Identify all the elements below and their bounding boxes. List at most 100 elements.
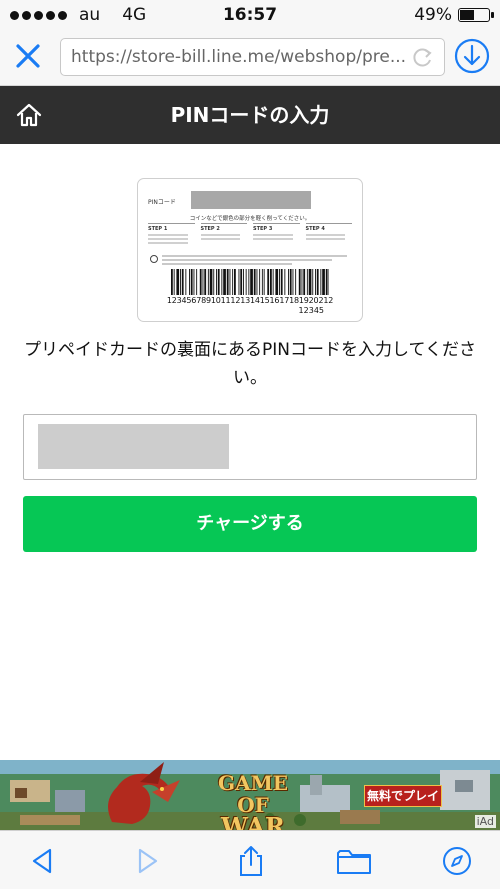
forward-button[interactable]: [130, 845, 164, 877]
barcode-bar: [263, 269, 265, 295]
close-button[interactable]: [10, 38, 46, 74]
instruction-text: プリペイドカードの裏面にあるPINコードを入力してください。: [24, 340, 476, 388]
barcode-bar: [180, 269, 181, 295]
barcode-bar: [240, 269, 243, 295]
barcode-bar: [328, 269, 329, 295]
barcode-bar: [189, 269, 190, 295]
ad-game-logo: GAME OF WAR: [218, 771, 288, 830]
bookmarks-button[interactable]: [336, 845, 371, 877]
barcode-bar: [308, 269, 312, 295]
barcode-number: 123456789101112131415161718192021​2: [166, 296, 334, 305]
barcode: [171, 269, 329, 295]
back-arrow-icon: [32, 848, 52, 874]
barcode-bar: [295, 269, 297, 295]
card-step: STEP 1: [148, 223, 195, 244]
signal-strength-icon: [10, 10, 67, 20]
barcode-bar: [226, 269, 229, 295]
ad-play-button[interactable]: 無料でプレイ: [364, 785, 442, 807]
barcode-bar: [171, 269, 173, 295]
battery-icon: [458, 8, 494, 22]
battery-percent: 49%: [414, 5, 452, 25]
home-button[interactable]: [14, 100, 44, 130]
barcode-bar: [248, 269, 250, 295]
open-in-safari-button[interactable]: [440, 845, 474, 877]
barcode-bar: [213, 269, 215, 295]
barcode-bar: [261, 269, 263, 295]
barcode-bar: [245, 269, 247, 295]
barcode-bar: [216, 269, 217, 295]
barcode-bar: [223, 269, 226, 295]
pin-input-redacted-value: [38, 424, 229, 469]
card-scratch-text: コインなどで銀色の部分を軽く削ってください。: [189, 216, 311, 222]
barcode-bar: [185, 269, 187, 295]
browser-toolbar: [0, 830, 500, 889]
download-button[interactable]: [452, 36, 492, 76]
barcode-bar: [202, 269, 204, 295]
barcode-bar: [217, 269, 220, 295]
barcode-bar: [253, 269, 256, 295]
barcode-bar: [196, 269, 198, 295]
barcode-bar: [312, 269, 314, 295]
barcode-bar: [279, 269, 280, 295]
browser-bar: https://store-bill.line.me/webshop/pre..…: [0, 30, 500, 86]
barcode-bar: [238, 269, 240, 295]
prepaid-card-illustration: PINコード コインなどで銀色の部分を軽く削ってください。 STEP 1 STE…: [137, 178, 363, 322]
barcode-bar: [315, 269, 316, 295]
barcode-bar: [270, 269, 272, 295]
barcode-bar: [229, 269, 231, 295]
compass-icon: [443, 847, 471, 875]
barcode-bar: [173, 269, 175, 295]
card-step: STEP 3: [253, 223, 300, 244]
card-step: STEP 4: [305, 223, 352, 244]
pin-input[interactable]: [23, 414, 477, 480]
barcode-bar: [193, 269, 195, 295]
barcode-bar: [316, 269, 319, 295]
home-icon: [16, 103, 42, 127]
barcode-bar: [176, 269, 180, 295]
url-text: https://store-bill.line.me/webshop/pre..…: [71, 47, 407, 67]
share-button[interactable]: [234, 845, 268, 877]
card-step: STEP 2: [200, 223, 247, 244]
card-pin-label: PINコード: [148, 199, 176, 206]
barcode-bar: [322, 269, 325, 295]
close-icon: [16, 44, 40, 68]
barcode-bar: [256, 269, 258, 295]
barcode-bar: [289, 269, 292, 295]
barcode-bar: [301, 269, 303, 295]
barcode-suffix: 12345: [298, 306, 324, 315]
forward-arrow-icon: [138, 848, 158, 874]
page-title: PINコードの入力: [170, 103, 330, 127]
download-icon: [454, 38, 490, 74]
share-icon: [240, 846, 262, 876]
reload-icon[interactable]: [408, 42, 438, 72]
folder-icon: [337, 850, 371, 874]
barcode-bar: [243, 269, 244, 295]
barcode-bar: [292, 269, 294, 295]
barcode-bar: [267, 269, 270, 295]
iad-badge: iAd: [474, 815, 496, 828]
barcode-bar: [306, 269, 308, 295]
page-header: PINコードの入力: [0, 86, 500, 144]
barcode-bar: [204, 269, 207, 295]
info-icon: [150, 255, 158, 263]
barcode-bar: [250, 269, 253, 295]
barcode-bar: [320, 269, 322, 295]
address-bar[interactable]: https://store-bill.line.me/webshop/pre..…: [60, 38, 445, 76]
barcode-bar: [280, 269, 283, 295]
dragon-image: [108, 762, 180, 824]
barcode-bar: [221, 269, 223, 295]
barcode-bar: [190, 269, 193, 295]
carrier-label: au: [79, 5, 101, 25]
charge-button[interactable]: チャージする: [23, 496, 477, 552]
ad-banner[interactable]: GAME OF WAR 無料でプレイ iAd: [0, 760, 500, 830]
back-button[interactable]: [26, 845, 60, 877]
barcode-bar: [199, 269, 202, 295]
barcode-bar: [207, 269, 209, 295]
barcode-bar: [325, 269, 328, 295]
barcode-bar: [232, 269, 234, 295]
barcode-bar: [284, 269, 286, 295]
barcode-bar: [288, 269, 289, 295]
barcode-bar: [272, 269, 274, 295]
barcode-bar: [259, 269, 261, 295]
barcode-bar: [181, 269, 184, 295]
